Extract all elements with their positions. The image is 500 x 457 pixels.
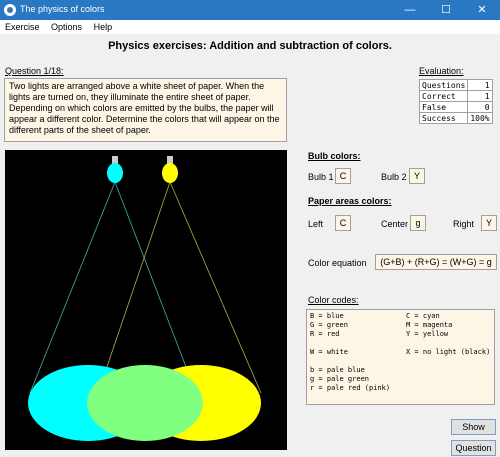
bulb-1-label: Bulb 1 [308, 172, 334, 182]
question-text: Two lights are arranged above a white sh… [4, 78, 287, 142]
evaluation-label: Evaluation: [419, 66, 464, 76]
list-item [310, 339, 491, 348]
close-button[interactable]: ✕ [464, 0, 500, 20]
eval-name: False [418, 101, 469, 113]
eval-value: 1 [467, 90, 493, 102]
light-scene [5, 150, 287, 450]
eval-name: Success [418, 112, 469, 124]
bulb-2-glass [162, 163, 178, 183]
question-label: Question 1/18: [5, 66, 64, 76]
list-item: r = pale red (pink) [310, 384, 491, 393]
table-row: Correct 1 [418, 90, 493, 102]
list-item: b = pale blue [310, 366, 491, 375]
code-right: C = cyan [406, 312, 440, 320]
list-item: g = pale green [310, 375, 491, 384]
code-left: b = pale blue [310, 366, 365, 374]
equation-input[interactable]: (G+B) + (R+G) = (W+G) = g [375, 254, 497, 270]
table-row: Questions 1 [418, 79, 493, 91]
paper-areas-label: Paper areas colors: [308, 196, 392, 206]
page-title: Physics exercises: Addition and subtract… [108, 40, 392, 52]
menu-options[interactable]: Options [51, 20, 82, 34]
menu-help[interactable]: Help [94, 20, 113, 34]
code-right: Y = yellow [406, 330, 449, 338]
bulb-2-icon [162, 156, 178, 183]
table-row: False 0 [418, 101, 493, 113]
eval-value: 100% [467, 112, 493, 124]
list-item [310, 357, 491, 366]
color-codes-label: Color codes: [308, 295, 359, 305]
eval-value: 1 [467, 79, 493, 91]
minimize-button[interactable]: — [392, 0, 428, 20]
paper-center-green [87, 365, 203, 441]
color-codes-box: B = blue C = cyan G = green M = magenta R … [306, 309, 495, 405]
show-button[interactable]: Show [451, 419, 496, 435]
ray-cyan-left [29, 181, 116, 394]
center-area-input[interactable]: g [410, 215, 426, 231]
evaluation-table: Questions 1 Correct 1 False 0 Success 100% [418, 79, 493, 124]
eval-name: Questions [418, 79, 469, 91]
code-right: M = magenta [406, 321, 453, 329]
code-left: G = green [310, 321, 348, 329]
ray-yellow-left [97, 181, 171, 394]
menu-bar: Exercise Options Help [0, 20, 500, 34]
list-item: G = green M = magenta [310, 321, 491, 330]
right-area-label: Right [453, 219, 475, 229]
code-right: X = no light (black) [406, 348, 491, 356]
bulb-1-icon [107, 156, 123, 183]
list-item: W = white X = no light (black) [310, 348, 491, 357]
code-left: g = pale green [310, 375, 370, 383]
eval-value: 0 [467, 101, 493, 113]
list-item: B = blue C = cyan [310, 312, 491, 321]
code-left: W = white [310, 348, 348, 356]
question-button[interactable]: Question [451, 440, 496, 456]
bulb-1-input[interactable]: C [335, 168, 351, 184]
bulb-2-input[interactable]: Y [409, 168, 425, 184]
scene-drawing [28, 156, 262, 441]
right-area-input[interactable]: Y [481, 215, 497, 231]
bulb-colors-label: Bulb colors: [308, 151, 361, 161]
title-bar: The physics of colors — ☐ ✕ [0, 0, 500, 20]
bulb-2-label: Bulb 2 [381, 172, 407, 182]
table-row: Success 100% [418, 112, 493, 124]
code-left: r = pale red (pink) [310, 384, 391, 392]
code-left: B = blue [310, 312, 344, 320]
left-area-input[interactable]: C [335, 215, 351, 231]
app-icon [4, 4, 16, 16]
center-area-label: Center [381, 219, 409, 229]
bulb-1-glass [107, 163, 123, 183]
eval-name: Correct [418, 90, 469, 102]
maximize-button[interactable]: ☐ [428, 0, 464, 20]
list-item: R = red Y = yellow [310, 330, 491, 339]
equation-label: Color equation [308, 258, 367, 268]
code-left: R = red [310, 330, 340, 338]
window-title: The physics of colors [20, 4, 105, 14]
left-area-label: Left [308, 219, 324, 229]
menu-exercise[interactable]: Exercise [5, 20, 40, 34]
